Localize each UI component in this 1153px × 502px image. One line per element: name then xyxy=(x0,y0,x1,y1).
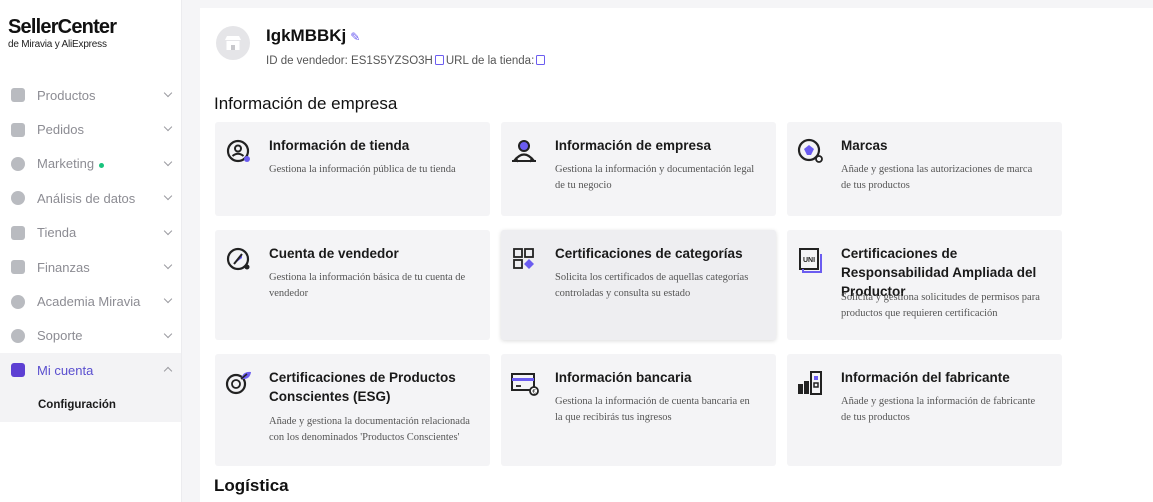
card-description: Gestiona la información y documentación … xyxy=(555,164,755,191)
card-title: Certificaciones de Productos Conscientes… xyxy=(269,370,456,404)
edit-icon[interactable]: ✎ xyxy=(350,30,360,44)
card-title: Información de tienda xyxy=(269,138,410,153)
sidebar-item-label: Finanzas xyxy=(37,259,90,275)
store-url-label: URL de la tienda: xyxy=(445,55,535,67)
section-title-logistics: Logística xyxy=(214,476,289,495)
store-meta: ID de vendedor: ES1S5YZSO3H URL de la tie… xyxy=(266,55,547,67)
sidebar-item-academia[interactable]: Academia Miravia xyxy=(0,284,181,318)
orders-icon xyxy=(11,122,25,137)
store-info-icon xyxy=(226,139,250,163)
card-informacion-fabricante[interactable]: Información del fabricante Añade y gesti… xyxy=(787,354,1062,466)
sidebar-item-label: Tienda xyxy=(37,225,77,241)
section-title-company: Información de empresa xyxy=(214,94,398,113)
finance-icon xyxy=(11,260,25,275)
card-certificaciones-categorias[interactable]: Certificaciones de categorías Solicita l… xyxy=(501,230,776,340)
chevron-down-icon xyxy=(163,157,173,167)
card-cuenta-vendedor[interactable]: Cuenta de vendedor Gestiona la informaci… xyxy=(215,230,490,340)
sidebar-item-mi-cuenta[interactable]: Mi cuenta xyxy=(0,353,181,388)
sidebar-item-label: Marketing xyxy=(37,156,105,171)
logo-title: SellerCenter xyxy=(8,16,117,38)
card-informacion-tienda[interactable]: Información de tienda Gestiona la inform… xyxy=(215,122,490,216)
status-dot xyxy=(99,162,105,168)
card-marcas[interactable]: Marcas Añade y gestiona las autorizacion… xyxy=(787,122,1062,216)
card-certificaciones-esg[interactable]: Certificaciones de Productos Conscientes… xyxy=(215,354,490,466)
store-name: IgkMBBKj ✎ xyxy=(266,26,361,45)
card-description: Solicita y gestiona solicitudes de permi… xyxy=(841,292,1040,319)
support-icon xyxy=(11,328,25,343)
chevron-up-icon xyxy=(163,366,173,376)
svg-text:UNI: UNI xyxy=(803,257,815,264)
card-description: Añade y gestiona la información de fabri… xyxy=(841,396,1036,423)
card-description: Gestiona la información pública de tu ti… xyxy=(269,164,456,175)
sidebar-item-analisis[interactable]: Análisis de datos xyxy=(0,181,181,215)
chevron-down-icon xyxy=(163,260,173,270)
account-icon xyxy=(11,363,25,378)
producer-responsibility-icon: UNI xyxy=(799,248,822,273)
sidebar-item-pedidos[interactable]: Pedidos xyxy=(0,112,181,146)
chevron-down-icon xyxy=(163,329,173,338)
sidebar-item-label: Mi cuenta xyxy=(37,362,94,378)
seller-account-icon xyxy=(226,247,250,271)
marketing-icon xyxy=(11,156,25,171)
sidebar-item-label: Soporte xyxy=(37,328,83,344)
sidebar-item-label: Academia Miravia xyxy=(37,294,141,310)
chevron-down-icon xyxy=(163,295,173,304)
sidebar-subitem-configuracion[interactable]: Configuración xyxy=(0,387,181,422)
sidebar-item-label: Pedidos xyxy=(37,122,84,138)
store-icon xyxy=(225,36,241,50)
sidebar-item-finanzas[interactable]: Finanzas xyxy=(0,250,181,284)
sidebar-item-marketing[interactable]: Marketing xyxy=(0,147,181,181)
seller-center-logo[interactable]: SellerCenter de Miravia y AliExpress xyxy=(0,0,181,78)
logo-subtitle: de Miravia y AliExpress xyxy=(8,39,107,50)
brand-badge-icon xyxy=(797,138,823,163)
sidebar-nav: Productos Pedidos Marketing Análisis de … xyxy=(0,78,181,422)
category-certification-icon xyxy=(513,248,534,269)
card-title: Cuenta de vendedor xyxy=(269,246,399,261)
card-description: Añade y gestiona la documentación relaci… xyxy=(269,416,470,443)
chevron-down-icon xyxy=(163,191,173,201)
analytics-icon xyxy=(11,191,25,206)
sidebar-item-label: Análisis de datos xyxy=(37,190,136,206)
copy-icon[interactable] xyxy=(536,55,546,65)
card-title: Información bancaria xyxy=(555,370,692,385)
sidebar-item-label: Productos xyxy=(37,87,96,103)
chevron-down-icon xyxy=(163,123,173,132)
academy-icon xyxy=(11,294,25,309)
seller-id: ID de vendedor: ES1S5YZSO3H xyxy=(266,55,433,67)
esg-leaf-icon xyxy=(225,371,251,395)
card-title: Información de empresa xyxy=(555,138,712,153)
sidebar-item-tienda[interactable]: Tienda xyxy=(0,216,181,250)
store-icon xyxy=(11,225,25,240)
card-informacion-bancaria[interactable]: € Información bancaria Gestiona la infor… xyxy=(501,354,776,466)
card-description: Solicita los certificados de aquellas ca… xyxy=(555,272,749,299)
card-description: Añade y gestiona las autorizaciones de m… xyxy=(841,164,1033,191)
card-title: Información del fabricante xyxy=(841,370,1010,385)
card-description: Gestiona la información de cuenta bancar… xyxy=(555,396,750,423)
sidebar-item-soporte[interactable]: Soporte xyxy=(0,319,181,353)
card-informacion-empresa[interactable]: Información de empresa Gestiona la infor… xyxy=(501,122,776,216)
card-description: Gestiona la información básica de tu cue… xyxy=(269,272,466,299)
factory-icon xyxy=(798,371,822,395)
bank-card-icon: € xyxy=(511,373,539,396)
card-certificaciones-responsabilidad[interactable]: UNI Certificaciones de Responsabilidad A… xyxy=(787,230,1062,340)
chevron-down-icon xyxy=(163,88,173,98)
sidebar-item-productos[interactable]: Productos xyxy=(0,78,181,112)
product-icon xyxy=(11,88,25,103)
copy-icon[interactable] xyxy=(434,55,444,65)
chevron-down-icon xyxy=(163,226,173,235)
sidebar: SellerCenter de Miravia y AliExpress Pro… xyxy=(0,0,182,502)
company-info-icon xyxy=(512,140,536,163)
card-title: Certificaciones de categorías xyxy=(555,246,743,261)
main-content: IgkMBBKj ✎ ID de vendedor: ES1S5YZSO3H URL… xyxy=(200,8,1153,502)
card-title: Marcas xyxy=(841,138,888,153)
store-avatar xyxy=(216,26,250,60)
